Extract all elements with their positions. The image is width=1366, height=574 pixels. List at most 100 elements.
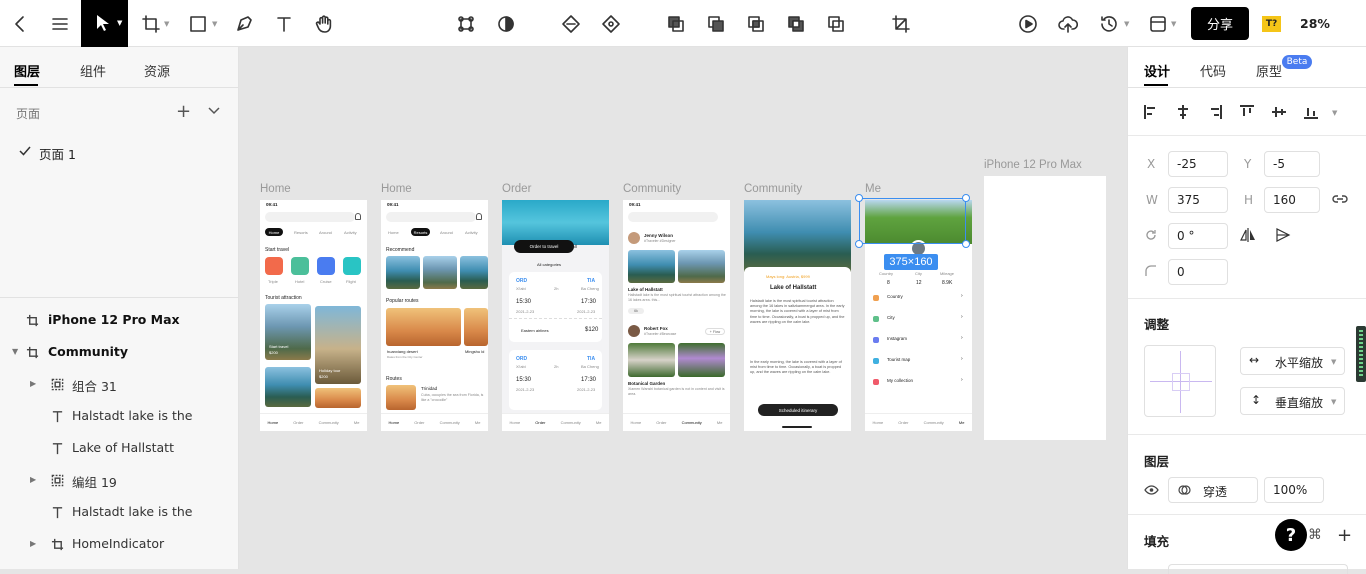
like-count[interactable]: 6k <box>628 308 644 314</box>
ticket-card[interactable]: ORD TIA Xi'abi 2h Ba Cheng 15:30 17:30 2… <box>509 350 602 410</box>
layer-row[interactable]: Lake of Hallstatt <box>0 432 239 464</box>
y-field[interactable]: -5 <box>1264 151 1320 177</box>
align-bottom-icon[interactable] <box>1304 105 1318 119</box>
flight-icon[interactable] <box>343 257 361 275</box>
nav-item[interactable]: Me <box>596 420 602 425</box>
tab-activity[interactable]: Activity <box>465 230 478 235</box>
layer-row[interactable]: Halstadt lake is the <box>0 400 239 432</box>
tab-resorts[interactable]: Resorts <box>411 228 430 236</box>
nav-item[interactable]: Me <box>959 420 965 425</box>
nav-item[interactable]: Community <box>319 420 339 425</box>
triple-icon[interactable] <box>265 257 283 275</box>
align-center-icon[interactable] <box>597 10 625 38</box>
back-icon[interactable] <box>6 10 34 38</box>
layer-row[interactable]: ▶ 组合 31 <box>0 368 239 400</box>
plugin-badge[interactable]: T? <box>1262 16 1281 32</box>
community-frame[interactable]: 09:41 Jenny Wilson #Traveler #Designer L… <box>623 200 730 431</box>
avatar[interactable] <box>628 325 640 337</box>
frame-label[interactable]: Community <box>623 183 681 195</box>
layout-icon[interactable] <box>1144 10 1172 38</box>
exclude-icon[interactable] <box>782 10 810 38</box>
hotel-icon[interactable] <box>291 257 309 275</box>
move-tool-button[interactable]: ▼ <box>81 0 128 47</box>
subtract-icon[interactable] <box>702 10 730 38</box>
expand-toggle-icon[interactable]: ▶ <box>30 475 36 484</box>
align-h-center-icon[interactable] <box>1176 105 1190 119</box>
nav-item[interactable]: Order <box>656 420 666 425</box>
width-field[interactable]: 375 <box>1168 187 1228 213</box>
tab-all[interactable]: All <box>572 244 577 249</box>
zoom-level[interactable]: 28% <box>1300 16 1330 31</box>
flip-horizontal-icon[interactable] <box>1240 228 1256 242</box>
tab-home[interactable]: Home <box>388 230 399 235</box>
nav-item[interactable]: Order <box>535 420 545 425</box>
nav-item[interactable]: Me <box>354 420 360 425</box>
chevron-down-icon[interactable] <box>208 106 220 116</box>
opacity-field[interactable]: 100% <box>1264 477 1324 503</box>
fill-row[interactable] <box>1168 564 1348 574</box>
hand-tool-icon[interactable] <box>310 10 338 38</box>
nav-item[interactable]: Home <box>510 420 521 425</box>
expand-toggle-icon[interactable]: ▶ <box>30 379 36 388</box>
ticket-card[interactable]: ORD TIA Xi'abi 2h Ba Cheng 15:30 17:30 2… <box>509 272 602 342</box>
resize-handle[interactable] <box>855 240 863 248</box>
order-frame[interactable]: Order to travel All All categories ORD T… <box>502 200 609 431</box>
category-filter[interactable]: All categories <box>537 262 561 267</box>
nav-item[interactable]: Home <box>389 420 400 425</box>
flatten-icon[interactable] <box>822 10 850 38</box>
resort-image[interactable] <box>386 256 420 289</box>
nav-item[interactable]: Home <box>631 420 642 425</box>
menu-item[interactable]: Instagram <box>887 336 907 341</box>
play-icon[interactable] <box>1014 10 1042 38</box>
expand-toggle-icon[interactable]: ▼ <box>12 347 18 356</box>
height-field[interactable]: 160 <box>1264 187 1320 213</box>
tab-order-to-travel[interactable]: Order to travel <box>514 240 574 253</box>
layer-row[interactable]: ▼ Community <box>0 336 239 368</box>
search-bar[interactable] <box>386 212 476 222</box>
follow-button[interactable]: + Flow <box>705 328 725 335</box>
expand-toggle-icon[interactable]: ▶ <box>30 539 36 548</box>
x-field[interactable]: -25 <box>1168 151 1228 177</box>
tab-assets[interactable]: 资源 <box>144 61 170 80</box>
menu-item[interactable]: My collection <box>887 378 913 383</box>
share-button[interactable]: 分享 <box>1191 7 1249 40</box>
resize-handle[interactable] <box>962 240 970 248</box>
styles-icon[interactable]: ⌘ <box>1308 527 1322 543</box>
nav-item[interactable]: Community <box>561 420 581 425</box>
resize-handle[interactable] <box>855 194 863 202</box>
nav-item[interactable]: Home <box>268 420 279 425</box>
horizontal-constraint-select[interactable]: ↔ 水平缩放 ▼ <box>1240 347 1345 375</box>
frame-label[interactable]: Order <box>502 183 531 195</box>
align-right-icon[interactable] <box>1208 105 1222 119</box>
post-image[interactable] <box>678 250 725 283</box>
menu-item[interactable]: Tourist map <box>887 357 910 362</box>
link-icon[interactable] <box>1332 193 1348 205</box>
nav-item[interactable]: Order <box>898 420 908 425</box>
crop-icon[interactable] <box>887 10 915 38</box>
union-icon[interactable] <box>662 10 690 38</box>
tab-components[interactable]: 组件 <box>80 61 106 80</box>
flip-icon[interactable] <box>557 10 585 38</box>
home-resorts-frame[interactable]: 09:41 Home Resorts Around Activity Recom… <box>381 200 488 431</box>
post-image[interactable] <box>628 343 675 377</box>
add-fill-icon[interactable]: + <box>1337 525 1352 546</box>
bell-icon[interactable] <box>476 213 482 220</box>
radius-field[interactable]: 0 <box>1168 259 1228 285</box>
search-bar[interactable] <box>628 212 718 222</box>
layer-row[interactable]: iPhone 12 Pro Max <box>0 304 239 336</box>
eye-icon[interactable] <box>1144 485 1159 495</box>
attraction-image[interactable] <box>265 367 311 407</box>
route-image[interactable] <box>464 308 488 346</box>
frame-label[interactable]: Home <box>260 183 291 195</box>
frame-label[interactable]: iPhone 12 Pro Max <box>984 159 1082 171</box>
tab-around[interactable]: Around <box>319 230 332 235</box>
intersect-icon[interactable] <box>742 10 770 38</box>
align-top-icon[interactable] <box>1240 105 1254 119</box>
menu-item[interactable]: City <box>887 315 895 320</box>
component-icon[interactable] <box>452 10 480 38</box>
tab-around[interactable]: Around <box>440 230 453 235</box>
tab-home[interactable]: Home <box>265 228 283 236</box>
nav-item[interactable]: Order <box>414 420 424 425</box>
align-v-center-icon[interactable] <box>1272 105 1286 119</box>
frame-label[interactable]: Home <box>381 183 412 195</box>
